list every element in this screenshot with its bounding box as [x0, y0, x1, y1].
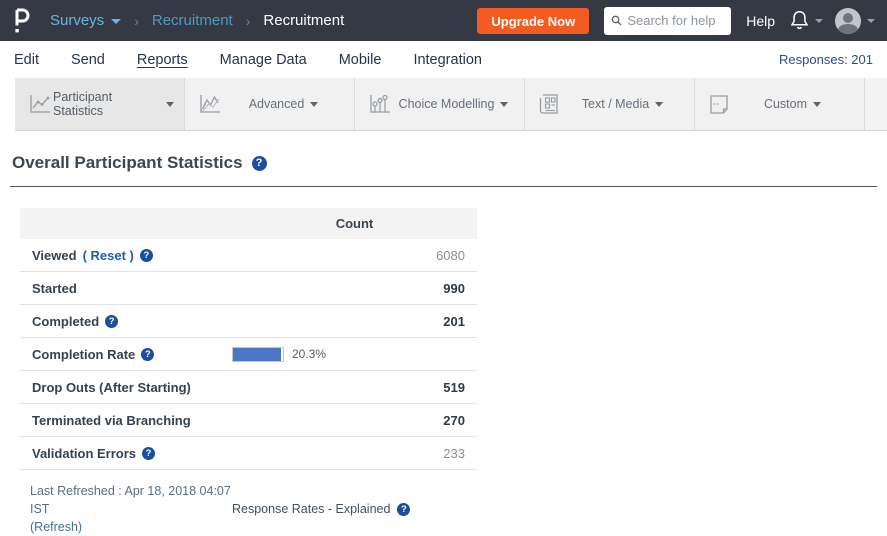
- row-value: 6080: [232, 248, 477, 263]
- count-column-header: Count: [232, 216, 477, 231]
- notifications-dropdown[interactable]: [789, 9, 823, 32]
- topbar-right: Upgrade Now Help: [477, 7, 875, 35]
- multi-line-chart-icon: [197, 92, 223, 116]
- help-link[interactable]: Help: [746, 13, 775, 29]
- validation-errors-help-icon[interactable]: ?: [142, 447, 155, 460]
- chevron-down-icon: [500, 102, 508, 107]
- table-row-completed: Completed ? 201: [20, 305, 477, 338]
- row-value: 990: [232, 281, 477, 296]
- bell-icon: [789, 9, 810, 32]
- custom-page-icon: [707, 92, 731, 116]
- completion-rate-bar: [232, 347, 284, 362]
- nav-item-integration[interactable]: Integration: [413, 52, 482, 68]
- chevron-down-icon: [310, 102, 318, 107]
- last-refreshed-text: Last Refreshed : Apr 18, 2018 04:07 IST: [30, 484, 231, 516]
- tab-label: Choice Modelling: [399, 97, 495, 111]
- breadcrumb-current-page: Recruitment: [263, 12, 344, 29]
- nav-item-edit[interactable]: Edit: [14, 52, 39, 68]
- questionpro-logo-icon: [12, 7, 32, 34]
- page-title-row: Overall Participant Statistics ?: [12, 153, 887, 173]
- tab-label: Advanced: [249, 97, 305, 111]
- help-search-box: [604, 7, 731, 35]
- avatar: [835, 8, 861, 34]
- row-label: Drop Outs (After Starting): [32, 380, 191, 395]
- completion-rate-help-icon[interactable]: ?: [141, 348, 154, 361]
- breadcrumb: Surveys › Recruitment › Recruitment: [50, 12, 344, 29]
- chevron-down-icon: [867, 19, 875, 23]
- lollipop-chart-icon: [367, 92, 393, 116]
- chevron-down-icon: [166, 102, 174, 107]
- row-label: Completion Rate: [32, 347, 135, 362]
- divider: [10, 186, 877, 187]
- line-chart-icon: [27, 92, 53, 116]
- refresh-link[interactable]: (Refresh): [30, 520, 82, 534]
- breadcrumb-survey-link[interactable]: Recruitment: [152, 12, 233, 29]
- chevron-down-icon: [813, 102, 821, 107]
- breadcrumb-separator: ›: [246, 13, 251, 29]
- response-rates-help-icon[interactable]: ?: [397, 503, 410, 516]
- main-nav: Edit Send Reports Manage Data Mobile Int…: [0, 41, 887, 78]
- table-row-validation-errors: Validation Errors ? 233: [20, 437, 477, 470]
- table-footer: Last Refreshed : Apr 18, 2018 04:07 IST …: [30, 482, 887, 536]
- tab-choice-modelling[interactable]: Choice Modelling: [355, 78, 525, 130]
- table-row-terminated: Terminated via Branching 270: [20, 404, 477, 437]
- surveys-label: Surveys: [50, 12, 104, 29]
- nav-item-mobile[interactable]: Mobile: [339, 52, 382, 68]
- search-icon: [611, 14, 622, 27]
- tab-bar-filler: [865, 78, 887, 131]
- search-input[interactable]: [627, 13, 724, 28]
- tab-participant-statistics[interactable]: Participant Statistics: [15, 78, 185, 130]
- tab-label: Text / Media: [582, 97, 649, 111]
- row-value: 233: [232, 446, 477, 461]
- tab-text-media[interactable]: Text / Media: [525, 78, 695, 130]
- newspaper-icon: [537, 92, 561, 116]
- chevron-down-icon: [815, 19, 823, 23]
- tab-label: Participant Statistics: [53, 90, 160, 118]
- tab-custom[interactable]: Custom: [695, 78, 865, 130]
- row-label: Started: [32, 281, 77, 296]
- participant-statistics-table: Count Viewed ( Reset ) ? 6080 Started 99…: [20, 208, 477, 470]
- upgrade-now-button[interactable]: Upgrade Now: [477, 8, 589, 34]
- row-label: Viewed: [32, 248, 77, 263]
- questionpro-logo[interactable]: [12, 7, 34, 35]
- tab-advanced[interactable]: Advanced: [185, 78, 355, 130]
- chevron-down-icon: [655, 102, 663, 107]
- row-label: Validation Errors: [32, 446, 136, 461]
- viewed-help-icon[interactable]: ?: [140, 249, 153, 262]
- topbar: Surveys › Recruitment › Recruitment Upgr…: [0, 0, 887, 41]
- row-label: Completed: [32, 314, 99, 329]
- account-dropdown[interactable]: [835, 8, 875, 34]
- page-title-help-icon[interactable]: ?: [252, 156, 267, 171]
- responses-count: Responses: 201: [779, 52, 873, 67]
- table-row-drop-outs: Drop Outs (After Starting) 519: [20, 371, 477, 404]
- page-title: Overall Participant Statistics: [12, 153, 243, 173]
- nav-item-send[interactable]: Send: [71, 52, 105, 68]
- response-rates-explained-label: Response Rates - Explained: [232, 502, 390, 516]
- chevron-down-icon: [111, 19, 121, 24]
- row-value: 270: [232, 413, 477, 428]
- row-label: Terminated via Branching: [32, 413, 191, 428]
- table-header-row: Count: [20, 208, 477, 239]
- nav-item-manage-data[interactable]: Manage Data: [220, 52, 307, 68]
- reset-link[interactable]: ( Reset ): [83, 248, 134, 263]
- tab-label: Custom: [764, 97, 807, 111]
- table-row-completion-rate: Completion Rate ? 20.3%: [20, 338, 477, 371]
- nav-item-reports[interactable]: Reports: [137, 52, 188, 68]
- row-value: 519: [232, 380, 477, 395]
- completed-help-icon[interactable]: ?: [105, 315, 118, 328]
- surveys-dropdown[interactable]: Surveys: [50, 12, 121, 29]
- report-tab-bar: Participant Statistics Advanced Choice M…: [0, 78, 887, 131]
- breadcrumb-separator: ›: [134, 13, 139, 29]
- completion-rate-percent: 20.3%: [292, 347, 326, 361]
- table-row-started: Started 990: [20, 272, 477, 305]
- table-row-viewed: Viewed ( Reset ) ? 6080: [20, 239, 477, 272]
- row-value: 201: [232, 314, 477, 329]
